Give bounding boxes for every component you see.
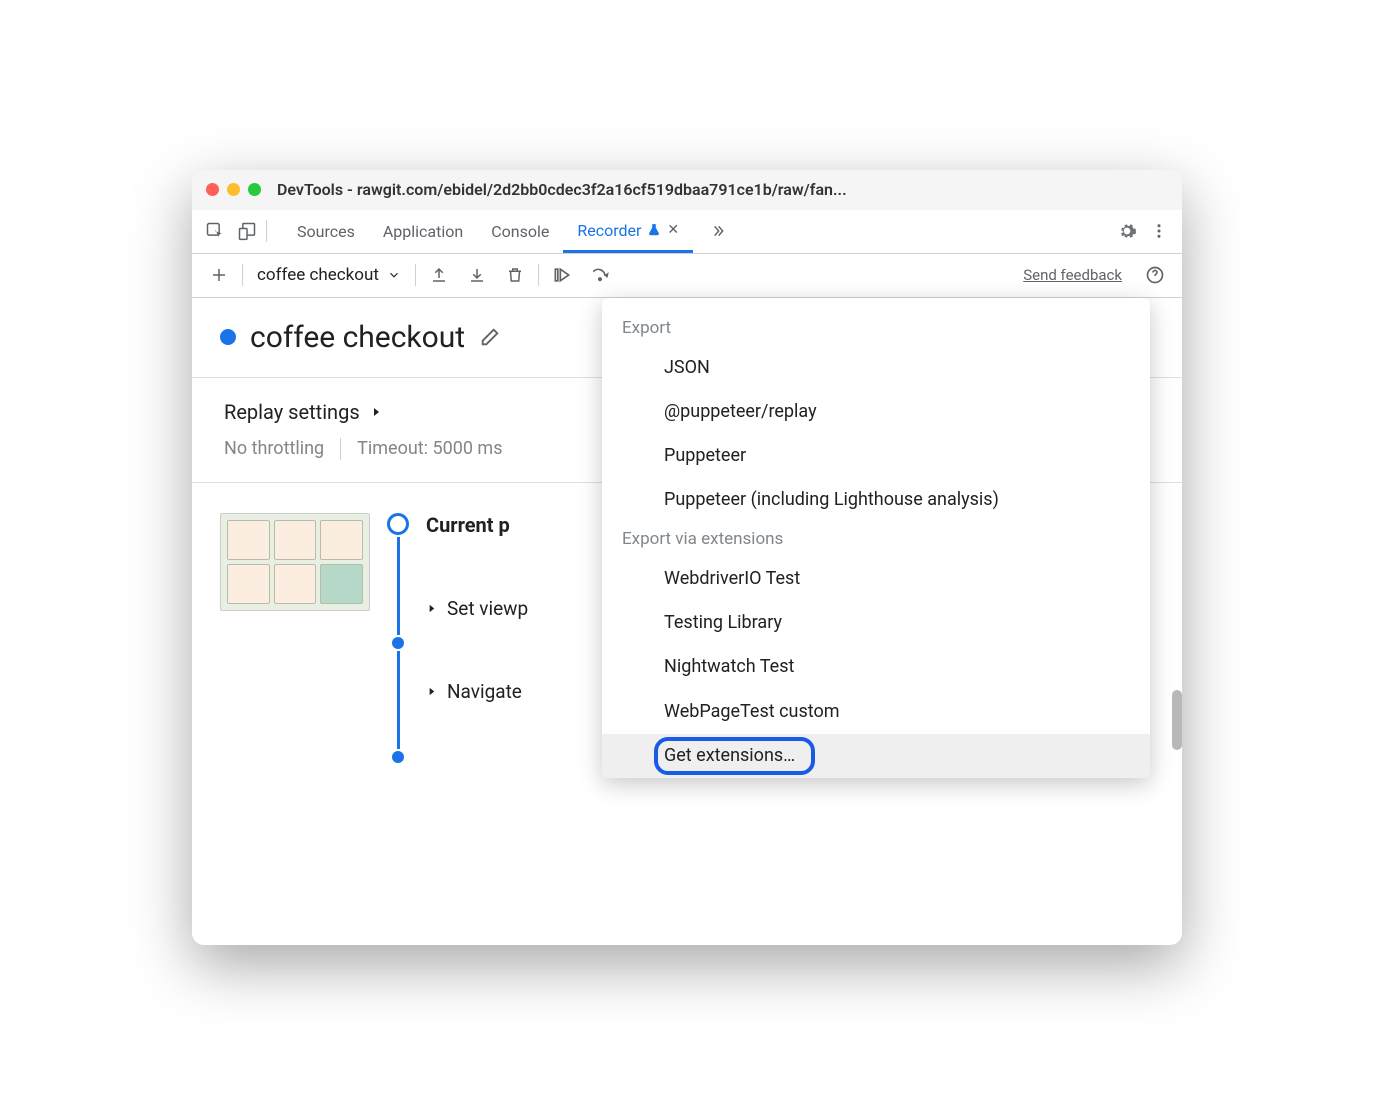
recording-title: coffee checkout bbox=[250, 320, 465, 355]
close-tab-icon[interactable]: ✕ bbox=[667, 222, 679, 238]
timeline-step-marker bbox=[392, 751, 404, 763]
step-label: Set viewp bbox=[447, 597, 528, 620]
separator bbox=[266, 220, 267, 242]
tab-application[interactable]: Application bbox=[369, 211, 477, 252]
add-recording-button[interactable] bbox=[204, 260, 234, 290]
throttling-value: No throttling bbox=[224, 438, 324, 459]
tab-recorder[interactable]: Recorder ✕ bbox=[563, 211, 693, 253]
inspect-element-icon[interactable] bbox=[202, 218, 228, 244]
page-thumbnail bbox=[220, 513, 370, 611]
export-button[interactable] bbox=[424, 260, 454, 290]
dropdown-section-header: Export via extensions bbox=[602, 523, 1150, 557]
chevron-right-icon bbox=[426, 603, 437, 614]
chevron-right-icon bbox=[426, 686, 437, 697]
separator bbox=[242, 264, 243, 286]
export-puppeteer-replay-item[interactable]: @puppeteer/replay bbox=[602, 390, 1150, 434]
import-button[interactable] bbox=[462, 260, 492, 290]
tab-label: Console bbox=[491, 222, 549, 241]
export-webpagetest-item[interactable]: WebPageTest custom bbox=[602, 690, 1150, 734]
export-dropdown: Export JSON @puppeteer/replay Puppeteer … bbox=[602, 298, 1150, 779]
traffic-lights bbox=[206, 183, 261, 196]
panel-tabs-bar: Sources Application Console Recorder ✕ bbox=[192, 210, 1182, 254]
separator bbox=[538, 264, 539, 286]
tab-label: Sources bbox=[297, 222, 355, 241]
recorder-toolbar: coffee checkout Send feedback bbox=[192, 254, 1182, 298]
export-webdriverio-item[interactable]: WebdriverIO Test bbox=[602, 557, 1150, 601]
help-button[interactable] bbox=[1140, 260, 1170, 290]
flask-icon bbox=[647, 223, 661, 237]
export-json-item[interactable]: JSON bbox=[602, 346, 1150, 390]
more-tabs-icon[interactable] bbox=[705, 218, 731, 244]
edit-title-icon[interactable] bbox=[479, 326, 501, 348]
devtools-window: DevTools - rawgit.com/ebidel/2d2bb0cdec3… bbox=[192, 170, 1182, 945]
replay-button[interactable] bbox=[547, 260, 577, 290]
panel-tabs: Sources Application Console Recorder ✕ bbox=[283, 211, 693, 252]
kebab-menu-icon[interactable] bbox=[1146, 218, 1172, 244]
timeline-current-marker bbox=[387, 513, 409, 535]
step-label: Navigate bbox=[447, 680, 522, 703]
chevron-right-icon bbox=[370, 406, 382, 418]
export-puppeteer-item[interactable]: Puppeteer bbox=[602, 434, 1150, 478]
maximize-window-button[interactable] bbox=[248, 183, 261, 196]
tab-console[interactable]: Console bbox=[477, 211, 563, 252]
timeline-step-marker bbox=[392, 637, 404, 649]
device-toolbar-icon[interactable] bbox=[234, 218, 260, 244]
delete-button[interactable] bbox=[500, 260, 530, 290]
export-puppeteer-lighthouse-item[interactable]: Puppeteer (including Lighthouse analysis… bbox=[602, 478, 1150, 522]
dropdown-section-header: Export bbox=[602, 312, 1150, 346]
recording-indicator-dot bbox=[220, 329, 236, 345]
export-nightwatch-item[interactable]: Nightwatch Test bbox=[602, 645, 1150, 689]
recording-name: coffee checkout bbox=[257, 265, 379, 285]
minimize-window-button[interactable] bbox=[227, 183, 240, 196]
close-window-button[interactable] bbox=[206, 183, 219, 196]
settings-gear-icon[interactable] bbox=[1114, 218, 1140, 244]
tab-label: Recorder bbox=[577, 221, 641, 240]
tab-label: Application bbox=[383, 222, 463, 241]
window-title: DevTools - rawgit.com/ebidel/2d2bb0cdec3… bbox=[277, 180, 1168, 199]
chevron-down-icon bbox=[387, 268, 401, 282]
export-testing-library-item[interactable]: Testing Library bbox=[602, 601, 1150, 645]
timeout-value: Timeout: 5000 ms bbox=[357, 438, 502, 459]
dropdown-item-label: Get extensions… bbox=[664, 745, 795, 766]
send-feedback-link[interactable]: Send feedback bbox=[1023, 266, 1122, 284]
separator bbox=[415, 264, 416, 286]
replay-settings-label: Replay settings bbox=[224, 400, 360, 424]
step-button[interactable] bbox=[585, 260, 615, 290]
separator bbox=[340, 438, 341, 460]
recording-selector[interactable]: coffee checkout bbox=[251, 265, 407, 285]
get-extensions-item[interactable]: Get extensions… bbox=[602, 734, 1150, 778]
scrollbar-thumb[interactable] bbox=[1172, 690, 1182, 750]
timeline-track bbox=[386, 513, 410, 763]
titlebar: DevTools - rawgit.com/ebidel/2d2bb0cdec3… bbox=[192, 170, 1182, 210]
tab-sources[interactable]: Sources bbox=[283, 211, 369, 252]
